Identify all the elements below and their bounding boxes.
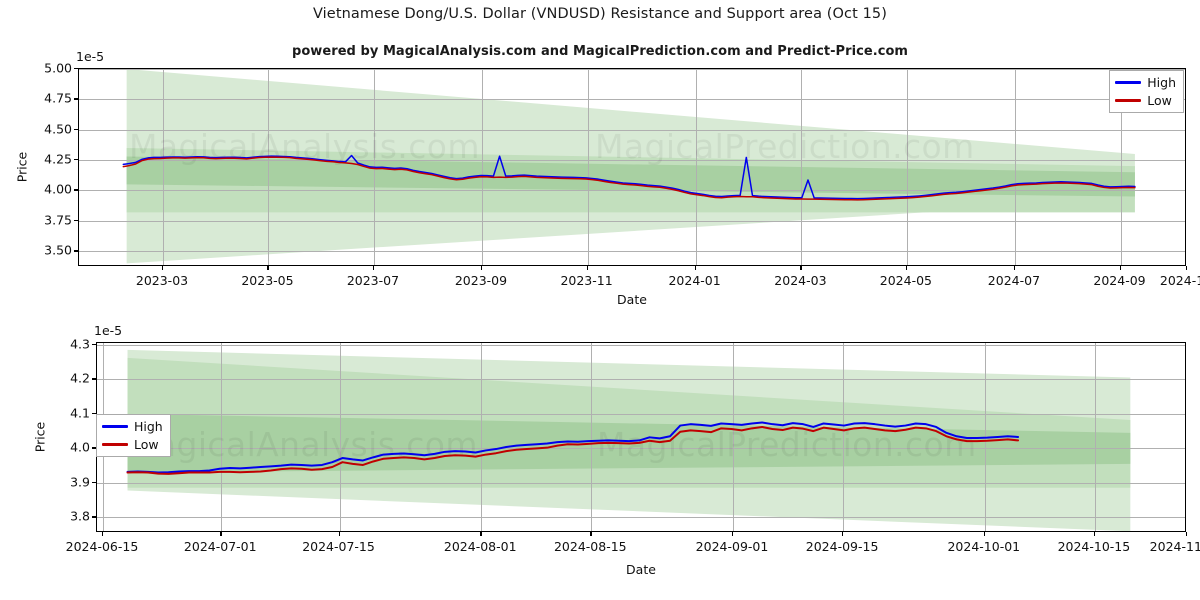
x-tick-mark: [480, 266, 483, 270]
x-tick-label: 2024-07-01: [183, 539, 257, 554]
y-tick-mark: [74, 159, 78, 161]
y-tick-mark: [74, 219, 78, 222]
x-tick-mark: [1013, 266, 1016, 270]
x-axis-label: Date: [617, 292, 647, 307]
overview-chart-panel: MagicalAnalysis.comMagicalPrediction.com…: [78, 68, 1186, 266]
x-tick-label: 2024-08-15: [553, 539, 627, 554]
y-tick-mark: [74, 189, 78, 191]
x-tick-mark: [372, 266, 375, 270]
y-tick-mark: [74, 68, 78, 70]
x-tick-mark: [220, 532, 222, 536]
x-tick-mark: [161, 266, 164, 270]
legend-swatch-low-icon: [1115, 99, 1142, 102]
price-series-group: [122, 154, 1136, 201]
y-tick-mark: [92, 343, 96, 346]
legend-label: Low: [134, 437, 159, 452]
x-tick-label: 2023-09: [454, 273, 508, 288]
y-tick-label: 4.25: [44, 151, 72, 167]
x-tick-label: 2024-11: [1159, 273, 1200, 288]
y-tick-label: 4.1: [70, 405, 90, 421]
y-tick-label: 4.3: [70, 336, 90, 352]
legend-label: High: [134, 419, 163, 434]
x-tick-mark: [1093, 532, 1096, 536]
y-tick-mark: [92, 378, 96, 380]
x-tick-mark: [590, 532, 592, 536]
overview-plot-area: MagicalAnalysis.comMagicalPrediction.com…: [78, 68, 1186, 266]
series-line-low: [122, 156, 1136, 201]
x-tick-label: 2024-11-01: [1149, 539, 1200, 554]
x-tick-label: 2024-09: [1093, 273, 1146, 288]
legend-item-high[interactable]: High: [102, 419, 163, 434]
y-tick-label: 3.8: [70, 508, 90, 524]
x-tick-label: 2024-07-15: [302, 539, 375, 554]
x-tick-mark: [732, 532, 734, 536]
y-tick-mark: [74, 128, 78, 131]
x-tick-label: 2024-10-01: [947, 539, 1021, 554]
x-tick-mark: [1186, 532, 1188, 536]
x-tick-label: 2024-06-15: [65, 539, 139, 554]
y-axis-label: Price: [32, 421, 48, 453]
y-tick-label: 4.0: [70, 439, 90, 455]
x-tick-mark: [842, 532, 844, 536]
x-tick-mark: [586, 266, 588, 270]
series-line-high: [122, 154, 1136, 200]
legend-label: Low: [1147, 93, 1172, 108]
chart-page: Vietnamese Dong/U.S. Dollar (VNDUSD) Res…: [0, 0, 1200, 600]
price-series-group: [126, 421, 1020, 475]
y-tick-label: 3.75: [44, 212, 72, 228]
x-tick-mark: [101, 532, 104, 536]
y-tick-label: 4.2: [70, 370, 90, 386]
y-tick-label: 4.00: [44, 181, 72, 197]
legend-item-low[interactable]: Low: [102, 437, 163, 452]
y-axis-exponent: 1e-5: [76, 49, 105, 64]
x-tick-label: 2024-09-15: [805, 539, 879, 554]
legend-label: High: [1147, 75, 1176, 90]
zoom-plot-area: MagicalAnalysis.comMagicalPrediction.com: [96, 342, 1186, 532]
page-subtitle: powered by MagicalAnalysis.com and Magic…: [291, 44, 909, 59]
x-tick-label: 2024-08-01: [443, 539, 517, 554]
x-tick-label: 2024-07: [987, 273, 1041, 288]
x-tick-mark: [267, 266, 269, 270]
x-tick-mark: [983, 532, 986, 536]
zoom-chart-panel: MagicalAnalysis.comMagicalPrediction.com…: [96, 342, 1186, 532]
x-tick-mark: [338, 532, 340, 536]
x-tick-label: 2024-10-15: [1057, 539, 1131, 554]
legend-item-high[interactable]: High: [1115, 75, 1176, 90]
legend-swatch-low-icon: [102, 443, 128, 446]
legend-swatch-high-icon: [102, 425, 128, 428]
x-tick-label: 2024-03: [774, 273, 827, 288]
y-axis-exponent: 1e-5: [94, 323, 123, 338]
chart-legend[interactable]: High Low: [96, 414, 171, 457]
y-tick-label: 4.75: [44, 90, 72, 106]
y-tick-mark: [74, 250, 78, 252]
x-tick-label: 2023-07: [346, 273, 400, 288]
y-tick-label: 3.50: [44, 242, 72, 258]
x-tick-mark: [905, 266, 908, 270]
x-tick-label: 2023-05: [241, 273, 294, 288]
x-tick-mark: [800, 266, 802, 270]
x-tick-mark: [480, 532, 482, 536]
x-tick-mark: [1186, 266, 1188, 270]
y-tick-mark: [74, 98, 78, 100]
page-title: Vietnamese Dong/U.S. Dollar (VNDUSD) Res…: [312, 6, 888, 22]
legend-swatch-high-icon: [1115, 81, 1142, 84]
y-tick-mark: [92, 481, 96, 484]
y-axis-label: Price: [14, 151, 30, 183]
x-tick-label: 2024-05: [879, 273, 933, 288]
x-tick-mark: [1119, 266, 1121, 270]
x-tick-label: 2023-11: [560, 273, 613, 288]
x-tick-label: 2024-09-01: [695, 539, 769, 554]
x-axis-label: Date: [626, 562, 656, 577]
x-tick-label: 2024-01: [668, 273, 721, 288]
y-tick-mark: [92, 516, 96, 518]
y-tick-label: 3.9: [70, 474, 90, 490]
y-tick-label: 4.50: [44, 121, 72, 137]
x-tick-label: 2023-03: [135, 273, 189, 288]
x-tick-mark: [694, 266, 696, 270]
chart-legend[interactable]: High Low: [1109, 70, 1184, 113]
y-tick-label: 5.00: [44, 60, 72, 76]
legend-item-low[interactable]: Low: [1115, 93, 1176, 108]
